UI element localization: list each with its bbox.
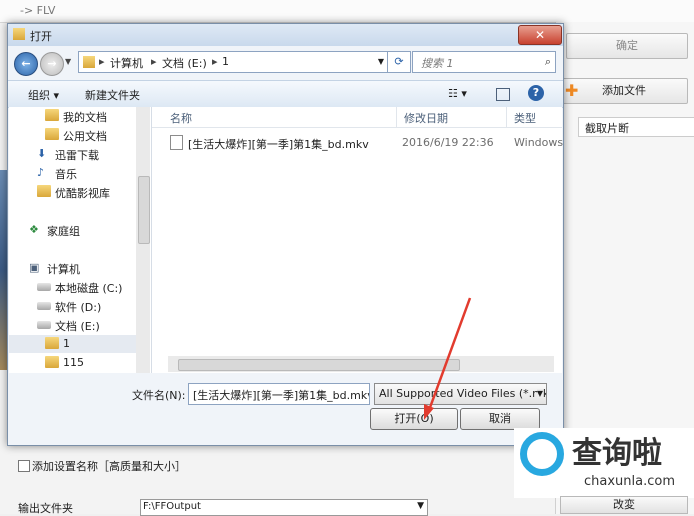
watermark-text: 查询啦: [572, 436, 662, 471]
change-button[interactable]: 改変: [560, 496, 688, 514]
watermark-logo-icon: [520, 432, 564, 476]
watermark-url: chaxunla.com: [584, 474, 675, 489]
